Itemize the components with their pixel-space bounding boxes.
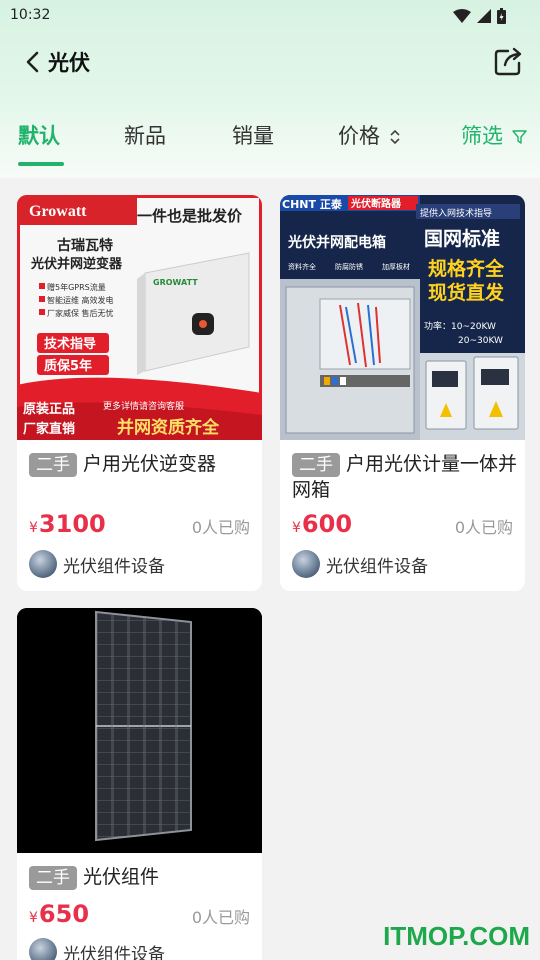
product-card[interactable]: 二手 光伏组件 ¥650 0人已购 光伏组件设备: [17, 608, 262, 960]
shop-avatar: [29, 550, 57, 578]
big-text-1: 国网标准: [424, 228, 500, 250]
secondhand-badge: 二手: [29, 866, 77, 890]
device-brand: GROWATT: [153, 278, 198, 287]
feature-1: 赠5年GPRS流量: [47, 282, 106, 292]
feature-3: 厂家威保 售后无忧: [47, 308, 114, 318]
share-button[interactable]: [492, 46, 524, 78]
sort-arrows-icon: [390, 129, 400, 145]
active-tab-indicator: [18, 162, 64, 166]
tab-sales[interactable]: 销量: [232, 120, 274, 150]
status-time: 10:32: [10, 7, 51, 23]
footer-2: 厂家直销: [23, 421, 75, 437]
footer-4: 并网资质齐全: [117, 417, 220, 438]
product-image-grid-box: CHNT 正泰 光伏断路器 提供入网技术指导 光伏并网配电箱 资料齐全 防腐防锈…: [280, 195, 525, 440]
tag-2: 质保5年: [44, 358, 92, 374]
wifi-icon: [453, 9, 471, 23]
tab-default[interactable]: 默认: [18, 120, 60, 150]
product-price: ¥600: [292, 510, 352, 538]
tab-price[interactable]: 价格: [338, 120, 401, 150]
tag-1: 技术指导: [44, 336, 96, 352]
currency-symbol: ¥: [292, 520, 301, 536]
shop-name: 光伏组件设备: [63, 556, 165, 577]
tab-label: 筛选: [461, 124, 503, 148]
shop-avatar: [292, 550, 320, 578]
headline: 光伏并网配电箱: [287, 234, 386, 251]
filter-icon: [511, 130, 527, 144]
shop-info[interactable]: 光伏组件设备: [29, 938, 165, 960]
product-title: 户用光伏逆变器: [83, 453, 217, 475]
inverter-ad-graphic: Growatt 一件也是批发价 古瑞瓦特 光伏并网逆变器 赠5年GPRS流量 智…: [17, 195, 262, 440]
currency-symbol: ¥: [29, 910, 38, 926]
product-price: ¥650: [29, 900, 89, 928]
shop-name: 光伏组件设备: [326, 556, 428, 577]
product-price: ¥3100: [29, 510, 106, 538]
price-value: 3100: [38, 510, 106, 538]
sub-banner: 提供入网技术指导: [420, 207, 492, 219]
banner-text: 一件也是批发价: [137, 207, 243, 225]
tab-new[interactable]: 新品: [124, 120, 166, 150]
watermark: ITMOP.COM: [383, 921, 530, 951]
currency-symbol: ¥: [29, 520, 38, 536]
big-text-3: 现货直发: [428, 281, 505, 304]
page-title: 光伏: [48, 51, 90, 75]
product-name: 二手 光伏组件: [29, 864, 254, 890]
feature-2: 智能运维 高效发电: [47, 295, 114, 305]
brand-text: CHNT 正泰: [282, 197, 343, 211]
feature-3: 加厚板材: [382, 262, 410, 271]
power-1: 功率：10~20KW: [424, 320, 496, 332]
shop-info[interactable]: 光伏组件设备: [29, 550, 165, 578]
headline-1: 古瑞瓦特: [57, 237, 113, 254]
sold-count: 0人已购: [191, 908, 250, 927]
solar-panel-graphic: [17, 608, 262, 853]
tab-label: 默认: [18, 124, 60, 148]
secondhand-badge: 二手: [29, 453, 77, 477]
product-image-solar-panel: [17, 608, 262, 853]
sold-count: 0人已购: [454, 518, 513, 537]
chevron-left-icon: [26, 51, 39, 73]
banner-text: 光伏断路器: [350, 197, 402, 210]
tab-filter[interactable]: 筛选: [461, 120, 527, 150]
price-value: 650: [38, 900, 90, 928]
share-icon: [494, 47, 522, 76]
signal-icon: [477, 9, 491, 23]
feature-2: 防腐防锈: [335, 262, 363, 271]
back-button[interactable]: [20, 46, 50, 78]
product-title: 光伏组件: [83, 866, 160, 888]
tab-label: 价格: [338, 124, 380, 148]
sold-count: 0人已购: [191, 518, 250, 537]
shop-info[interactable]: 光伏组件设备: [292, 550, 428, 578]
product-name: 二手 户用光伏逆变器: [29, 451, 254, 477]
footer-3: 更多详情请咨询客服: [103, 400, 184, 412]
secondhand-badge: 二手: [292, 453, 340, 477]
headline-2: 光伏并网逆变器: [30, 256, 123, 272]
shop-avatar: [29, 938, 57, 960]
product-card[interactable]: CHNT 正泰 光伏断路器 提供入网技术指导 光伏并网配电箱 资料齐全 防腐防锈…: [280, 195, 525, 591]
feature-1: 资料齐全: [288, 262, 316, 271]
product-image-inverter: Growatt 一件也是批发价 古瑞瓦特 光伏并网逆变器 赠5年GPRS流量 智…: [17, 195, 262, 440]
shop-name: 光伏组件设备: [63, 944, 165, 960]
sort-tabs: 默认 新品 销量 价格 筛选: [0, 112, 540, 168]
grid-box-ad-graphic: CHNT 正泰 光伏断路器 提供入网技术指导 光伏并网配电箱 资料齐全 防腐防锈…: [280, 195, 525, 440]
power-2: 20~30KW: [458, 336, 503, 346]
product-name: 二手 户用光伏计量一体并网箱: [292, 451, 517, 503]
big-text-2: 规格齐全: [428, 257, 505, 280]
footer-1: 原装正品: [23, 401, 75, 417]
price-value: 600: [301, 510, 353, 538]
product-card[interactable]: Growatt 一件也是批发价 古瑞瓦特 光伏并网逆变器 赠5年GPRS流量 智…: [17, 195, 262, 591]
status-icons: [453, 8, 506, 24]
tab-label: 新品: [124, 124, 166, 148]
brand-text: Growatt: [29, 203, 87, 220]
status-bar: 10:32: [0, 0, 540, 32]
title-bar: 光伏: [0, 36, 540, 88]
tab-label: 销量: [232, 124, 274, 148]
battery-icon: [497, 8, 506, 24]
